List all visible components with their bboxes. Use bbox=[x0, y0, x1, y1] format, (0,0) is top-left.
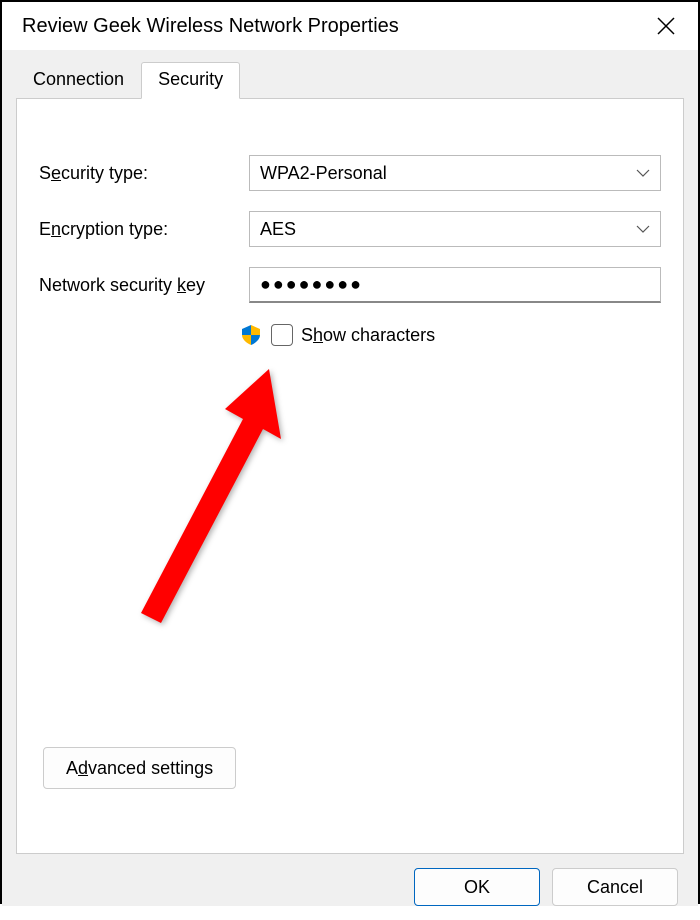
security-type-dropdown[interactable]: WPA2-Personal bbox=[249, 155, 661, 191]
tabs-container: Connection Security bbox=[2, 50, 698, 99]
encryption-type-row: Encryption type: AES bbox=[39, 211, 661, 247]
show-characters-checkbox[interactable] bbox=[271, 324, 293, 346]
show-characters-label[interactable]: Show characters bbox=[301, 325, 435, 346]
network-key-input[interactable]: ●●●●●●●● bbox=[249, 267, 661, 303]
cancel-button[interactable]: Cancel bbox=[552, 868, 678, 906]
title-bar: Review Geek Wireless Network Properties bbox=[2, 2, 698, 50]
encryption-type-dropdown[interactable]: AES bbox=[249, 211, 661, 247]
chevron-down-icon bbox=[636, 166, 650, 180]
close-icon bbox=[656, 16, 676, 36]
ok-button[interactable]: OK bbox=[414, 868, 540, 906]
security-type-label: Security type: bbox=[39, 163, 239, 184]
close-button[interactable] bbox=[650, 10, 682, 42]
security-type-row: Security type: WPA2-Personal bbox=[39, 155, 661, 191]
network-key-row: Network security key ●●●●●●●● bbox=[39, 267, 661, 303]
show-characters-row: Show characters bbox=[239, 323, 661, 347]
tab-security[interactable]: Security bbox=[141, 62, 240, 99]
advanced-settings-button[interactable]: Advanced settings bbox=[43, 747, 236, 789]
window-title: Review Geek Wireless Network Properties bbox=[22, 15, 399, 38]
encryption-type-value: AES bbox=[260, 219, 296, 240]
chevron-down-icon bbox=[636, 222, 650, 236]
security-tab-panel: Security type: WPA2-Personal Encryption … bbox=[16, 98, 684, 854]
tab-connection[interactable]: Connection bbox=[16, 62, 141, 99]
content-area: Connection Security Security type: WPA2-… bbox=[2, 50, 698, 906]
network-key-label: Network security key bbox=[39, 275, 239, 296]
security-type-value: WPA2-Personal bbox=[260, 163, 387, 184]
uac-shield-icon bbox=[239, 323, 263, 347]
encryption-type-label: Encryption type: bbox=[39, 219, 239, 240]
dialog-footer: OK Cancel bbox=[2, 854, 698, 920]
network-key-value: ●●●●●●●● bbox=[260, 274, 363, 295]
annotation-arrow-icon bbox=[125, 369, 285, 629]
